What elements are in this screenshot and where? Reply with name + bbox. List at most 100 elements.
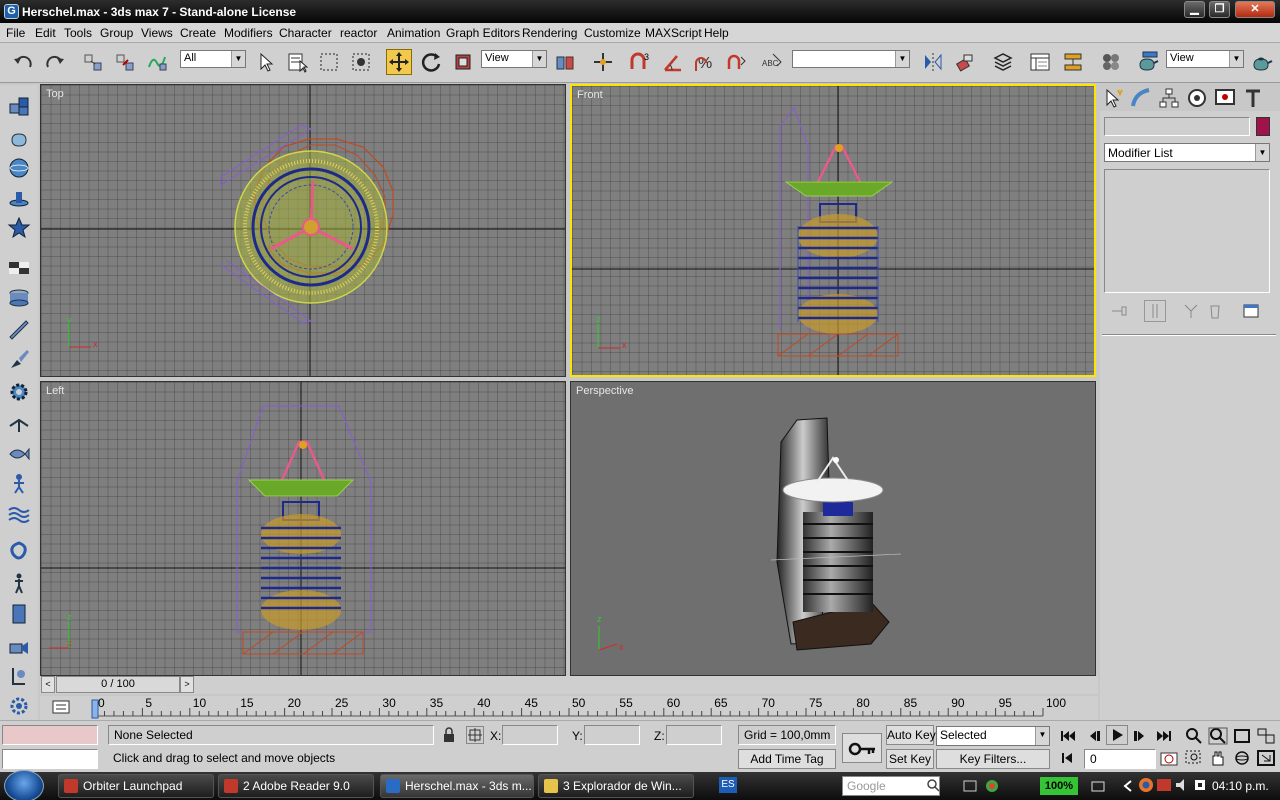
menu-help[interactable]: Help <box>704 26 729 40</box>
track-view-icon[interactable] <box>1027 49 1053 75</box>
taskbar-item-explorer[interactable]: 3 Explorador de Win... <box>538 774 694 798</box>
app-icon[interactable]: G <box>4 4 19 19</box>
maxscript-input-mini[interactable] <box>2 749 98 769</box>
paint-brush-icon[interactable] <box>5 347 33 373</box>
time-configuration-icon[interactable] <box>1160 751 1178 767</box>
next-frame-arrow-icon[interactable]: > <box>180 676 194 693</box>
zoom-icon[interactable] <box>1184 727 1204 745</box>
window-tray-icon[interactable] <box>962 778 978 794</box>
arc-rotate-icon[interactable] <box>1232 749 1252 767</box>
menu-views[interactable]: Views <box>141 26 173 40</box>
menu-customize[interactable]: Customize <box>584 26 641 40</box>
track-bar[interactable]: 0 5 10 15 20 25 30 35 40 45 50 55 60 65 70 75 80 85 90 95 10… <box>40 696 1098 720</box>
create-sphere-icon[interactable] <box>5 155 33 181</box>
layer-manager-icon[interactable] <box>990 49 1016 75</box>
menu-reactor[interactable]: reactor <box>340 26 377 40</box>
unlink-selection-icon[interactable] <box>112 49 138 75</box>
pan-hand-icon[interactable] <box>1208 749 1228 767</box>
system-clock[interactable]: 04:10 p.m. <box>1212 779 1269 793</box>
mirror-icon[interactable] <box>920 49 946 75</box>
render-scene-icon[interactable] <box>1136 49 1162 75</box>
menu-modifiers[interactable]: Modifiers <box>224 26 273 40</box>
tab-create-icon[interactable] <box>1100 85 1126 111</box>
select-and-move-icon[interactable] <box>386 49 412 75</box>
taskbar-item-orbiter[interactable]: Orbiter Launchpad <box>58 774 214 798</box>
undo-icon[interactable] <box>10 49 36 75</box>
select-and-scale-icon[interactable] <box>450 49 476 75</box>
x-coordinate-field[interactable] <box>502 725 558 745</box>
set-key-button[interactable]: Set Key <box>886 749 934 769</box>
menu-tools[interactable]: Tools <box>64 26 92 40</box>
menu-group[interactable]: Group <box>100 26 133 40</box>
menu-create[interactable]: Create <box>180 26 216 40</box>
menu-rendering[interactable]: Rendering <box>522 26 577 40</box>
maxscript-listener-mini[interactable] <box>2 725 98 745</box>
tab-motion-icon[interactable] <box>1184 85 1210 111</box>
create-plane-icon[interactable] <box>5 255 33 281</box>
search-icon[interactable] <box>926 778 940 792</box>
snaps-toggle-icon[interactable]: 3 <box>628 49 654 75</box>
bind-to-space-warp-icon[interactable] <box>144 49 170 75</box>
viewport-top[interactable]: Top y x <box>40 84 566 377</box>
wave-icon[interactable] <box>5 501 33 527</box>
key-filters-button[interactable]: Key Filters... <box>936 749 1050 769</box>
key-mode-toggle-icon[interactable] <box>1058 749 1078 767</box>
minimize-button[interactable]: ▁ <box>1184 1 1205 18</box>
language-indicator[interactable]: ES <box>719 777 737 793</box>
reference-coordinate-dropdown[interactable]: View ▼ <box>481 50 547 68</box>
time-slider-track[interactable] <box>40 676 1098 694</box>
create-cone-icon[interactable] <box>5 185 33 211</box>
viewport-perspective[interactable]: Perspective z x <box>570 381 1096 676</box>
y-coordinate-field[interactable] <box>584 725 640 745</box>
absolute-mode-icon[interactable] <box>466 726 484 744</box>
zoom-all-icon[interactable] <box>1208 727 1228 745</box>
viewport-front[interactable]: Front z x <box>570 84 1096 377</box>
close-button[interactable]: ✕ <box>1235 1 1275 18</box>
bone-tool-icon[interactable] <box>5 411 33 437</box>
material-editor-icon[interactable] <box>1098 49 1124 75</box>
region-zoom-icon[interactable] <box>1184 749 1204 767</box>
remove-modifier-icon[interactable] <box>1204 300 1226 322</box>
add-time-tag-button[interactable]: Add Time Tag <box>738 749 836 769</box>
edit-named-selection-icon[interactable]: ABC <box>760 49 786 75</box>
object-color-swatch[interactable] <box>1256 117 1270 136</box>
taskbar-item-adobe-reader[interactable]: 2 Adobe Reader 9.0 <box>218 774 374 798</box>
fish-icon[interactable] <box>5 441 33 467</box>
tab-modify-icon[interactable] <box>1128 85 1154 111</box>
percent-snap-icon[interactable]: % <box>692 49 718 75</box>
menu-edit[interactable]: Edit <box>35 26 56 40</box>
select-object-icon[interactable] <box>253 49 279 75</box>
tab-hierarchy-icon[interactable] <box>1156 85 1182 111</box>
align-icon[interactable] <box>952 49 978 75</box>
settings-gear-icon[interactable] <box>5 693 33 719</box>
selection-filter-dropdown[interactable]: All ▼ <box>180 50 246 68</box>
select-and-manipulate-icon[interactable] <box>590 49 616 75</box>
menu-maxscript[interactable]: MAXScript <box>645 26 702 40</box>
color-picker-tray-icon[interactable] <box>984 778 1000 794</box>
use-pivot-center-icon[interactable] <box>552 49 578 75</box>
previous-frame-icon[interactable] <box>1084 727 1104 745</box>
open-mini-curve-editor-icon[interactable] <box>52 698 70 716</box>
select-and-rotate-icon[interactable] <box>418 49 444 75</box>
power-tray-icon[interactable] <box>1192 777 1208 793</box>
lock-icon[interactable] <box>443 727 455 743</box>
taskbar-item-3dsmax[interactable]: Herschel.max - 3ds m... <box>380 774 534 798</box>
spinner-snap-icon[interactable] <box>724 49 750 75</box>
next-frame-icon[interactable] <box>1130 727 1150 745</box>
menu-character[interactable]: Character <box>279 26 332 40</box>
hierarchy-gear-icon[interactable] <box>5 379 33 405</box>
play-icon[interactable] <box>1106 725 1128 745</box>
knot-icon[interactable] <box>5 539 33 565</box>
pin-stack-icon[interactable] <box>1108 300 1130 322</box>
previous-frame-arrow-icon[interactable]: < <box>41 676 55 693</box>
camera-box-icon[interactable] <box>5 601 33 627</box>
system-icon[interactable] <box>5 663 33 689</box>
tape-measure-icon[interactable] <box>5 317 33 343</box>
go-to-start-icon[interactable] <box>1058 727 1078 745</box>
start-button[interactable] <box>4 770 44 800</box>
select-by-name-icon[interactable] <box>284 49 310 75</box>
firefox-tray-icon[interactable] <box>1138 777 1154 793</box>
volume-tray-icon[interactable] <box>1174 777 1190 793</box>
create-star-icon[interactable] <box>5 215 33 241</box>
create-box-icon[interactable] <box>5 93 33 119</box>
